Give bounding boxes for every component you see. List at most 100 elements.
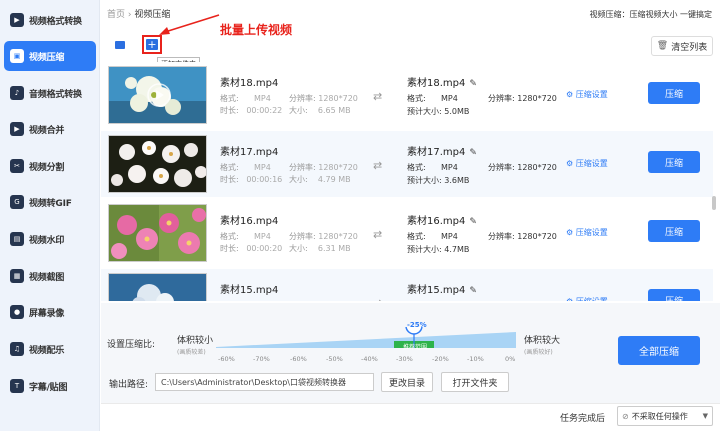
slider-tick: 0% xyxy=(505,355,516,363)
slider-tick: -70% xyxy=(253,355,270,363)
slider-value: -25% xyxy=(407,321,427,329)
app-window: ▶ 视频格式转换 ▣ 视频压缩 ♪ 音频格式转换 ▶ 视频合并 ✂ 视频分割 G… xyxy=(0,0,720,431)
sidebar-item-video-watermark[interactable]: ▤ 视频水印 xyxy=(4,224,96,254)
duration-info: 时长: 00:00:20 xyxy=(220,244,283,253)
sidebar-item-video-compress[interactable]: ▣ 视频压缩 xyxy=(4,41,96,71)
size-info: 大小: 4.79 MB xyxy=(289,175,351,184)
clear-list-label: 清空列表 xyxy=(671,42,708,53)
compression-slider[interactable] xyxy=(216,327,516,355)
sidebar-item-label: 屏幕录像 xyxy=(29,308,65,319)
gear-icon: ⚙ xyxy=(566,90,574,99)
resolution-info: 分辨率: 1280*720 xyxy=(289,94,358,103)
video-merge-icon: ▶ xyxy=(10,122,24,136)
screen-record-icon: ● xyxy=(10,305,24,319)
shuffle-icon: ⇄ xyxy=(373,159,383,172)
sidebar-item-label: 视频压缩 xyxy=(29,52,65,63)
chevron-down-icon: ▼ xyxy=(702,412,708,420)
gear-icon: ⚙ xyxy=(566,228,574,237)
video-thumbnail[interactable] xyxy=(108,273,207,301)
video-thumbnail[interactable] xyxy=(108,135,207,193)
list-scrollbar[interactable] xyxy=(712,64,716,300)
thumbnail-image xyxy=(109,67,206,123)
file-row: 素材15.mp4 ⇄ 素材15.mp4✎ ⚙ 压缩设置 压缩 xyxy=(101,269,713,301)
compress-button[interactable]: 压缩 xyxy=(648,220,700,242)
estimated-size-info: 预计大小: 3.6MB xyxy=(407,176,470,185)
pencil-icon[interactable]: ✎ xyxy=(469,148,477,158)
change-directory-button[interactable]: 更改目录 xyxy=(381,372,433,392)
smaller-size-label: 体积较小 xyxy=(177,336,214,346)
watermark-icon: ▤ xyxy=(10,232,24,246)
sidebar-item-subtitle[interactable]: T 字幕/贴图 xyxy=(4,371,96,401)
sidebar-item-label: 视频格式转换 xyxy=(29,16,82,27)
sidebar-item-video-split[interactable]: ✂ 视频分割 xyxy=(4,151,96,181)
video-thumbnail[interactable] xyxy=(108,66,207,124)
compress-button[interactable]: 压缩 xyxy=(648,289,700,301)
compress-button[interactable]: 压缩 xyxy=(648,151,700,173)
compress-settings-link[interactable]: ⚙ 压缩设置 xyxy=(566,158,608,169)
subtitle-icon: T xyxy=(10,379,24,393)
file-row: 素材18.mp4 格式: MP4 时长: 00:00:22 分辨率: 1280*… xyxy=(101,62,713,128)
output-format-info: 格式: MP4 xyxy=(407,232,458,241)
estimated-size-info: 预计大小: 4.7MB xyxy=(407,245,470,254)
output-file-name: 素材18.mp4 ✎ xyxy=(407,78,477,89)
resolution-info: 分辨率: 1280*720 xyxy=(289,232,358,241)
format-info: 格式: MP4 xyxy=(220,163,271,172)
pencil-icon[interactable]: ✎ xyxy=(469,79,477,89)
shuffle-icon: ⇄ xyxy=(373,297,382,301)
compress-settings-link[interactable]: ⚙ 压缩设置 xyxy=(566,296,608,301)
thumbnail-image xyxy=(109,274,206,301)
shuffle-icon: ⇄ xyxy=(373,90,383,103)
sidebar-item-video-screenshot[interactable]: ▦ 视频截图 xyxy=(4,261,96,291)
music-icon: ♫ xyxy=(10,342,24,356)
sidebar-item-label: 视频转GIF xyxy=(29,198,72,209)
resolution-info: 分辨率: 1280*720 xyxy=(289,163,358,172)
add-folder-icon: + xyxy=(146,38,158,51)
pencil-icon[interactable]: ✎ xyxy=(469,217,477,227)
video-thumbnail[interactable] xyxy=(108,204,207,262)
video-split-icon: ✂ xyxy=(10,159,24,173)
slider-tick: -50% xyxy=(326,355,343,363)
pencil-icon[interactable]: ✎ xyxy=(469,286,477,296)
scrollbar-thumb[interactable] xyxy=(712,196,716,210)
slider-tick: -30% xyxy=(396,355,413,363)
compress-all-button[interactable]: 全部压缩 xyxy=(618,336,700,365)
add-folder-button[interactable]: + xyxy=(142,35,162,54)
sidebar-item-screen-record[interactable]: ● 屏幕录像 xyxy=(4,297,96,327)
screenshot-icon: ▦ xyxy=(10,269,24,283)
after-task-select[interactable]: ⊘ 不采取任何操作 ▼ xyxy=(617,406,713,426)
sidebar-item-label: 字幕/贴图 xyxy=(29,382,68,393)
video-convert-icon: ▶ xyxy=(10,13,24,27)
sidebar-item-video-convert[interactable]: ▶ 视频格式转换 xyxy=(4,5,96,35)
after-task-label: 任务完成后 xyxy=(560,414,606,424)
sidebar-item-video-gif[interactable]: G 视频转GIF xyxy=(4,187,96,217)
gif-icon: G xyxy=(10,195,24,209)
clear-list-button[interactable]: 🗑 清空列表 xyxy=(651,36,713,56)
gear-icon: ⚙ xyxy=(566,159,574,168)
thumbnail-image xyxy=(109,205,206,261)
slider-tick: -40% xyxy=(361,355,378,363)
add-file-button[interactable] xyxy=(112,37,128,52)
breadcrumb-home[interactable]: 首页 xyxy=(107,10,125,20)
sidebar-item-video-music[interactable]: ♫ 视频配乐 xyxy=(4,334,96,364)
file-row: 素材16.mp4 格式: MP4 时长: 00:00:20 分辨率: 1280*… xyxy=(101,200,713,266)
compress-button[interactable]: 压缩 xyxy=(648,82,700,104)
output-file-name: 素材15.mp4 ✎ xyxy=(407,285,477,296)
video-compress-icon: ▣ xyxy=(10,49,24,63)
open-folder-button[interactable]: 打开文件夹 xyxy=(441,372,509,392)
output-format-info: 格式: MP4 xyxy=(407,163,458,172)
sidebar-item-video-merge[interactable]: ▶ 视频合并 xyxy=(4,114,96,144)
annotation-arrow xyxy=(159,14,220,35)
output-resolution-info: 分辨率: 1280*720 xyxy=(488,232,557,241)
compression-ratio-label: 设置压缩比: xyxy=(107,340,156,350)
slider-tick: -10% xyxy=(467,355,484,363)
sidebar-item-audio-convert[interactable]: ♪ 音频格式转换 xyxy=(4,78,96,108)
format-info: 格式: MP4 xyxy=(220,232,271,241)
compress-settings-link[interactable]: ⚙ 压缩设置 xyxy=(566,227,608,238)
file-name: 素材16.mp4 xyxy=(220,216,279,227)
file-list: 素材18.mp4 格式: MP4 时长: 00:00:22 分辨率: 1280*… xyxy=(101,60,713,301)
compress-settings-link[interactable]: ⚙ 压缩设置 xyxy=(566,89,608,100)
duration-info: 时长: 00:00:16 xyxy=(220,175,283,184)
file-name: 素材17.mp4 xyxy=(220,147,279,158)
output-path-input[interactable]: C:\Users\Administrator\Desktop\口袋视频转换器 xyxy=(155,373,374,391)
output-file-name: 素材17.mp4 ✎ xyxy=(407,147,477,158)
